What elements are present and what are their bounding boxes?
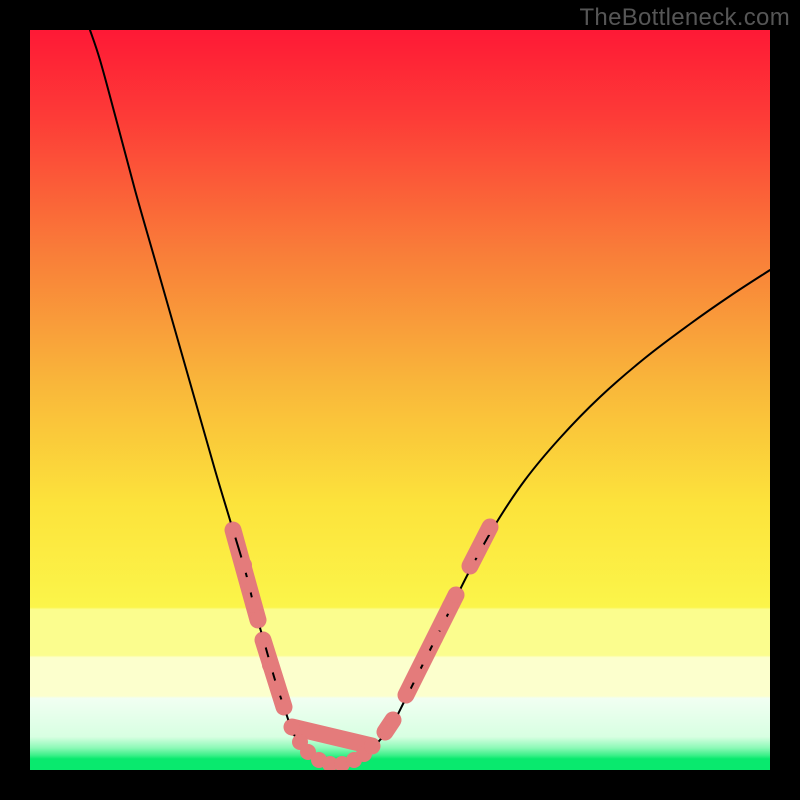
marker-point [250, 612, 266, 628]
marker-point [434, 615, 450, 631]
outer-frame: TheBottleneck.com [0, 0, 800, 800]
marker-point [364, 738, 380, 754]
gradient-bg [30, 30, 770, 770]
marker-point [284, 719, 300, 735]
marker-point [427, 630, 443, 646]
plot-area [30, 30, 770, 770]
marker-point [240, 577, 256, 593]
marker-point [255, 632, 271, 648]
watermark-text: TheBottleneck.com [579, 4, 790, 32]
marker-point [417, 649, 433, 665]
marker-point [276, 699, 292, 715]
marker-point [398, 687, 414, 703]
marker-point [448, 587, 464, 603]
marker-point [385, 712, 401, 728]
chart-svg [30, 30, 770, 770]
marker-point [262, 657, 278, 673]
marker-point [270, 680, 286, 696]
marker-point [246, 597, 262, 613]
marker-point [482, 519, 498, 535]
marker-point [236, 557, 252, 573]
marker-point [408, 667, 424, 683]
marker-point [462, 558, 478, 574]
marker-point [225, 522, 241, 538]
marker-point [470, 542, 486, 558]
